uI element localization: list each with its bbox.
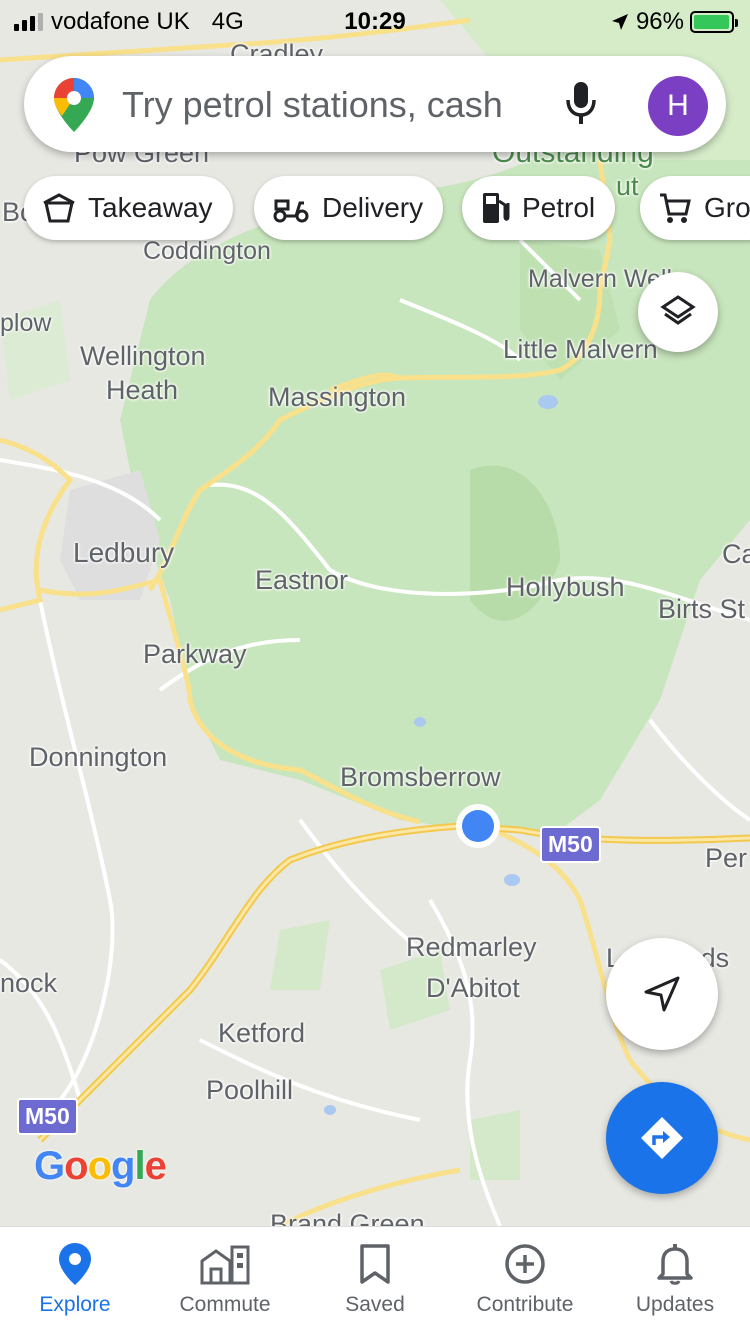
nav-label: Commute	[179, 1293, 271, 1316]
nav-commute[interactable]: Commute	[150, 1227, 300, 1334]
chip-label: Delivery	[322, 192, 424, 223]
delivery-scooter-icon	[273, 199, 309, 223]
chip-groceries[interactable]: Gro	[640, 176, 750, 240]
category-chips: Takeaway Delivery Petrol Gro	[0, 176, 750, 242]
account-avatar[interactable]: H	[648, 76, 708, 136]
place-label: Little Malvern	[503, 334, 658, 364]
chip-delivery[interactable]: Delivery	[254, 176, 444, 240]
place-label: Heath	[106, 375, 179, 405]
place-label: Ketford	[218, 1018, 306, 1048]
place-label: Brand Green	[270, 1209, 425, 1226]
place-label: plow	[0, 309, 52, 337]
directions-icon	[641, 1117, 683, 1159]
bookmark-icon	[360, 1244, 390, 1284]
google-maps-pin-icon	[54, 78, 94, 132]
place-label: D'Abitot	[426, 973, 520, 1003]
place-label: Massington	[268, 382, 407, 412]
layers-icon	[660, 295, 696, 325]
layers-button[interactable]	[638, 272, 718, 352]
my-location-button[interactable]	[606, 938, 718, 1050]
place-label: Wellington	[80, 341, 206, 371]
nav-label: Updates	[635, 1293, 715, 1316]
place-label: Per	[705, 843, 748, 873]
nav-label: Contribute	[476, 1293, 574, 1316]
place-label: Donnington	[29, 742, 168, 772]
nav-label: Saved	[345, 1293, 405, 1316]
directions-button[interactable]	[606, 1082, 718, 1194]
place-label: Birts St	[658, 594, 746, 624]
nav-updates[interactable]: Updates	[600, 1227, 750, 1334]
petrol-pump-icon	[483, 193, 510, 223]
place-label: Eastnor	[255, 565, 349, 595]
add-circle-icon	[505, 1244, 545, 1284]
nav-saved[interactable]: Saved	[300, 1227, 450, 1334]
place-label: Hollybush	[506, 572, 625, 602]
google-logo: Google	[34, 1144, 167, 1188]
bottom-navigation: Explore Commute Saved Contribute Updates	[0, 1226, 750, 1334]
microphone-icon[interactable]	[564, 80, 598, 126]
nav-explore[interactable]: Explore	[0, 1227, 150, 1334]
bell-icon	[657, 1244, 693, 1285]
chip-label: Takeaway	[88, 192, 213, 223]
battery-percent: 96%	[635, 8, 684, 35]
explore-pin-icon	[59, 1243, 91, 1285]
search-bar[interactable]: Try petrol stations, cash H	[24, 56, 726, 152]
chip-petrol[interactable]: Petrol	[462, 176, 616, 240]
nav-contribute[interactable]: Contribute	[450, 1227, 600, 1334]
place-label: Bromsberrow	[340, 762, 501, 792]
motorway-shield: M50	[17, 1098, 78, 1135]
motorway-shield: M50	[540, 826, 601, 863]
battery-icon	[690, 11, 738, 33]
commute-building-icon	[200, 1245, 250, 1285]
place-label: Redmarley	[406, 932, 537, 962]
shopping-cart-icon	[660, 193, 691, 223]
place-label: nock	[0, 968, 58, 998]
navigation-arrow-icon	[644, 976, 680, 1012]
chip-label: Gro	[704, 192, 750, 223]
status-bar: vodafone UK 4G 10:29 96%	[0, 0, 750, 44]
chip-label: Petrol	[522, 192, 596, 223]
location-arrow-icon	[611, 14, 628, 30]
place-label: Poolhill	[206, 1075, 294, 1105]
place-label: Ledbury	[73, 537, 175, 568]
chip-takeaway[interactable]: Takeaway	[24, 176, 233, 240]
place-label: Ca	[722, 539, 750, 569]
search-input[interactable]: Try petrol stations, cash	[122, 84, 512, 126]
nav-label: Explore	[39, 1293, 111, 1316]
place-label: Parkway	[143, 639, 247, 669]
takeaway-bag-icon	[43, 193, 75, 223]
